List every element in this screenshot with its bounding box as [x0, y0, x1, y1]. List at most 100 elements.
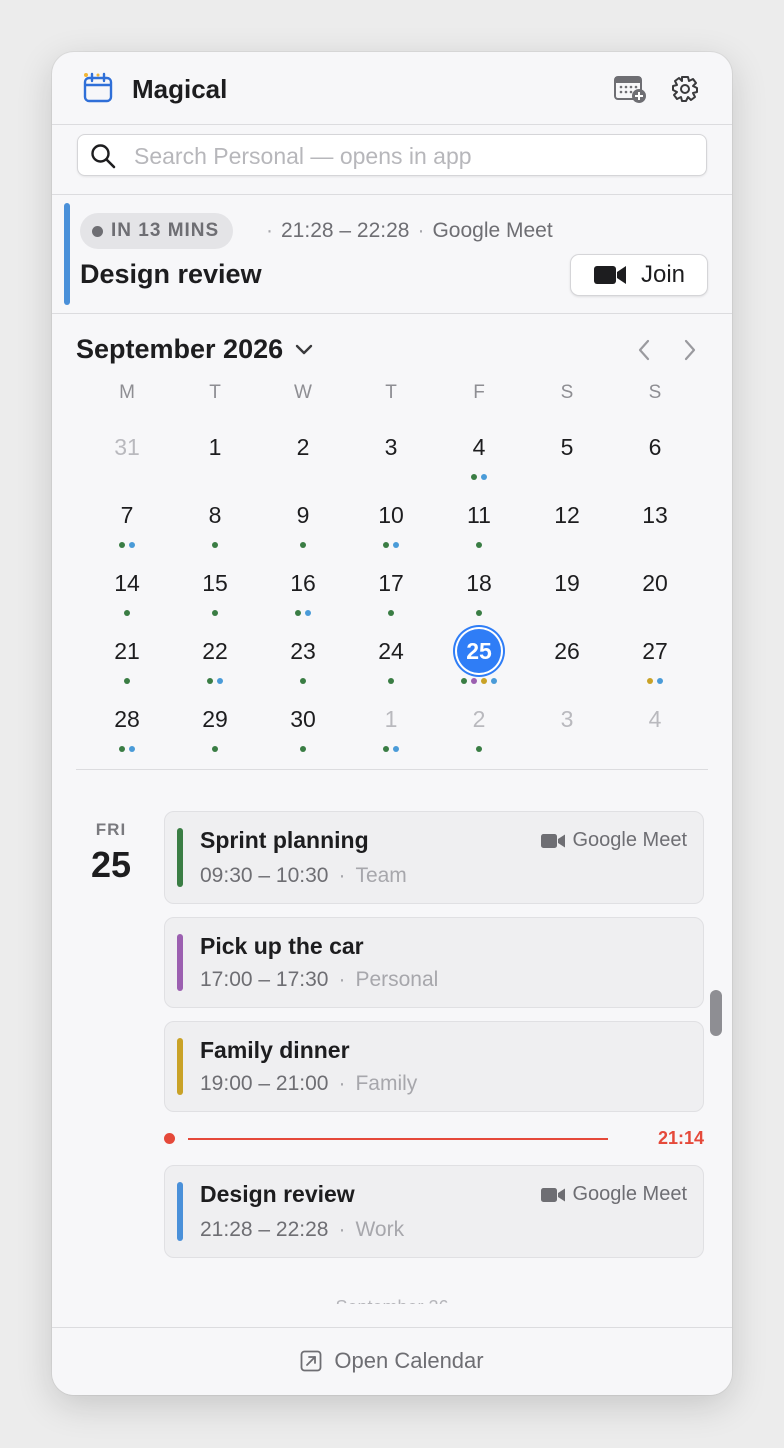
calendar-day-today[interactable]: 25	[435, 616, 523, 684]
search-input[interactable]	[132, 135, 696, 177]
event-card[interactable]: Pick up the car 17:00 – 17:30 · Personal	[164, 917, 704, 1008]
calendar-day[interactable]: 19	[523, 548, 611, 616]
day-number: 14	[114, 569, 140, 596]
calendar-day[interactable]: 13	[611, 480, 699, 548]
calendar-day[interactable]: 1	[347, 684, 435, 752]
calendar-day[interactable]: 21	[83, 616, 171, 684]
join-label: Join	[640, 261, 686, 288]
calendar-day[interactable]: 6	[611, 412, 699, 480]
calendar-day[interactable]: 22	[171, 616, 259, 684]
calendar-day[interactable]: 18	[435, 548, 523, 616]
event-dot	[383, 746, 389, 752]
calendar-day[interactable]: 9	[259, 480, 347, 548]
next-day-header: September 26	[52, 1292, 732, 1304]
calendar-day[interactable]: 31	[83, 412, 171, 480]
day-number: 29	[202, 705, 228, 732]
day-number: 22	[202, 637, 228, 664]
calendar-day[interactable]: 29	[171, 684, 259, 752]
weekday-header: M T W T F S S	[83, 382, 699, 412]
event-meeting-label: Google Meet	[572, 1183, 687, 1205]
event-dot	[129, 746, 135, 752]
month-header: September 2026	[52, 314, 732, 374]
calendar-day[interactable]: 3	[347, 412, 435, 480]
calendar-day[interactable]: 27	[611, 616, 699, 684]
event-dots	[435, 746, 523, 752]
join-button[interactable]: Join	[570, 254, 708, 296]
event-calendar: Work	[355, 1218, 405, 1241]
day-number: 23	[290, 637, 316, 664]
search-icon	[90, 143, 116, 174]
calendar-day[interactable]: 2	[259, 412, 347, 480]
calendar-day[interactable]: 20	[611, 548, 699, 616]
event-color-bar	[177, 828, 183, 887]
event-time-row: 09:30 – 10:30 · Team	[200, 864, 407, 888]
day-number: 2	[472, 705, 486, 732]
next-month-button[interactable]	[676, 336, 704, 364]
calendar-day[interactable]: 10	[347, 480, 435, 548]
day-number: 7	[120, 501, 134, 528]
agenda-date: FRI 25	[76, 820, 146, 886]
chevron-right-icon	[684, 339, 696, 361]
calendar-day[interactable]: 26	[523, 616, 611, 684]
event-card[interactable]: Family dinner 19:00 – 21:00 · Family	[164, 1021, 704, 1112]
event-calendar: Personal	[355, 968, 439, 991]
calendar-day[interactable]: 12	[523, 480, 611, 548]
event-meeting: Google Meet	[540, 1183, 687, 1206]
event-card[interactable]: Sprint planning 09:30 – 10:30 · Team Googl…	[164, 811, 704, 904]
scrollbar-thumb[interactable]	[710, 990, 722, 1036]
calendar-day[interactable]: 16	[259, 548, 347, 616]
day-number: 30	[290, 705, 316, 732]
calendar-day[interactable]: 1	[171, 412, 259, 480]
calendar-day[interactable]: 11	[435, 480, 523, 548]
day-number: 13	[642, 501, 668, 528]
day-number: 15	[202, 569, 228, 596]
day-number: 3	[384, 433, 398, 460]
month-picker[interactable]: September 2026	[76, 334, 313, 365]
calendar-day[interactable]: 14	[83, 548, 171, 616]
open-calendar-button[interactable]: Open Calendar	[52, 1348, 732, 1374]
calendar-day[interactable]: 4	[435, 412, 523, 480]
video-camera-icon	[541, 833, 566, 848]
day-number: 27	[642, 637, 668, 664]
calendar-day[interactable]: 4	[611, 684, 699, 752]
gear-icon[interactable]	[667, 71, 703, 107]
open-calendar-label: Open Calendar	[334, 1348, 484, 1373]
day-number: 24	[378, 637, 404, 664]
new-event-calendar-button[interactable]	[612, 71, 648, 107]
day-number: 4	[472, 433, 486, 460]
calendar-day[interactable]: 3	[523, 684, 611, 752]
calendar-day[interactable]: 23	[259, 616, 347, 684]
day-number: 21	[114, 637, 140, 664]
calendar-day[interactable]: 28	[83, 684, 171, 752]
previous-month-button[interactable]	[630, 336, 658, 364]
separator-dot: ·	[338, 1072, 346, 1095]
calendar-day[interactable]: 7	[83, 480, 171, 548]
search-box	[77, 134, 707, 177]
event-time: 21:28 – 22:28	[200, 1218, 329, 1241]
event-time-row: 17:00 – 17:30 · Personal	[200, 968, 438, 992]
separator-dot: ·	[417, 219, 425, 242]
video-camera-icon	[541, 1187, 566, 1202]
calendar-day[interactable]: 8	[171, 480, 259, 548]
event-card[interactable]: Design review 21:28 – 22:28 · Work Google …	[164, 1165, 704, 1258]
event-dot	[119, 746, 125, 752]
calendar-day[interactable]: 17	[347, 548, 435, 616]
event-dots	[83, 746, 171, 752]
calendar-week-row: 14 15 16 17 18 19 20	[83, 548, 699, 616]
calendar-day[interactable]: 30	[259, 684, 347, 752]
day-number: 2	[296, 433, 310, 460]
day-number: 11	[467, 501, 491, 528]
calendar-day[interactable]: 24	[347, 616, 435, 684]
calendar-day[interactable]: 2	[435, 684, 523, 752]
event-time: 09:30 – 10:30	[200, 864, 329, 887]
calendar-day[interactable]: 15	[171, 548, 259, 616]
day-number: 20	[642, 569, 668, 596]
event-time-row: 21:28 – 22:28 · Work	[200, 1218, 404, 1242]
day-number: 4	[648, 705, 662, 732]
current-time-label: 21:14	[657, 1128, 704, 1148]
calendar-week-row: 7 8 9 10 11 12 13	[83, 480, 699, 548]
event-time: 19:00 – 21:00	[200, 1072, 329, 1095]
separator-dot: ·	[338, 864, 346, 887]
up-next-banner[interactable]: IN 13 MINS · 21:28 – 22:28 · Google Meet De…	[52, 195, 732, 314]
calendar-day[interactable]: 5	[523, 412, 611, 480]
